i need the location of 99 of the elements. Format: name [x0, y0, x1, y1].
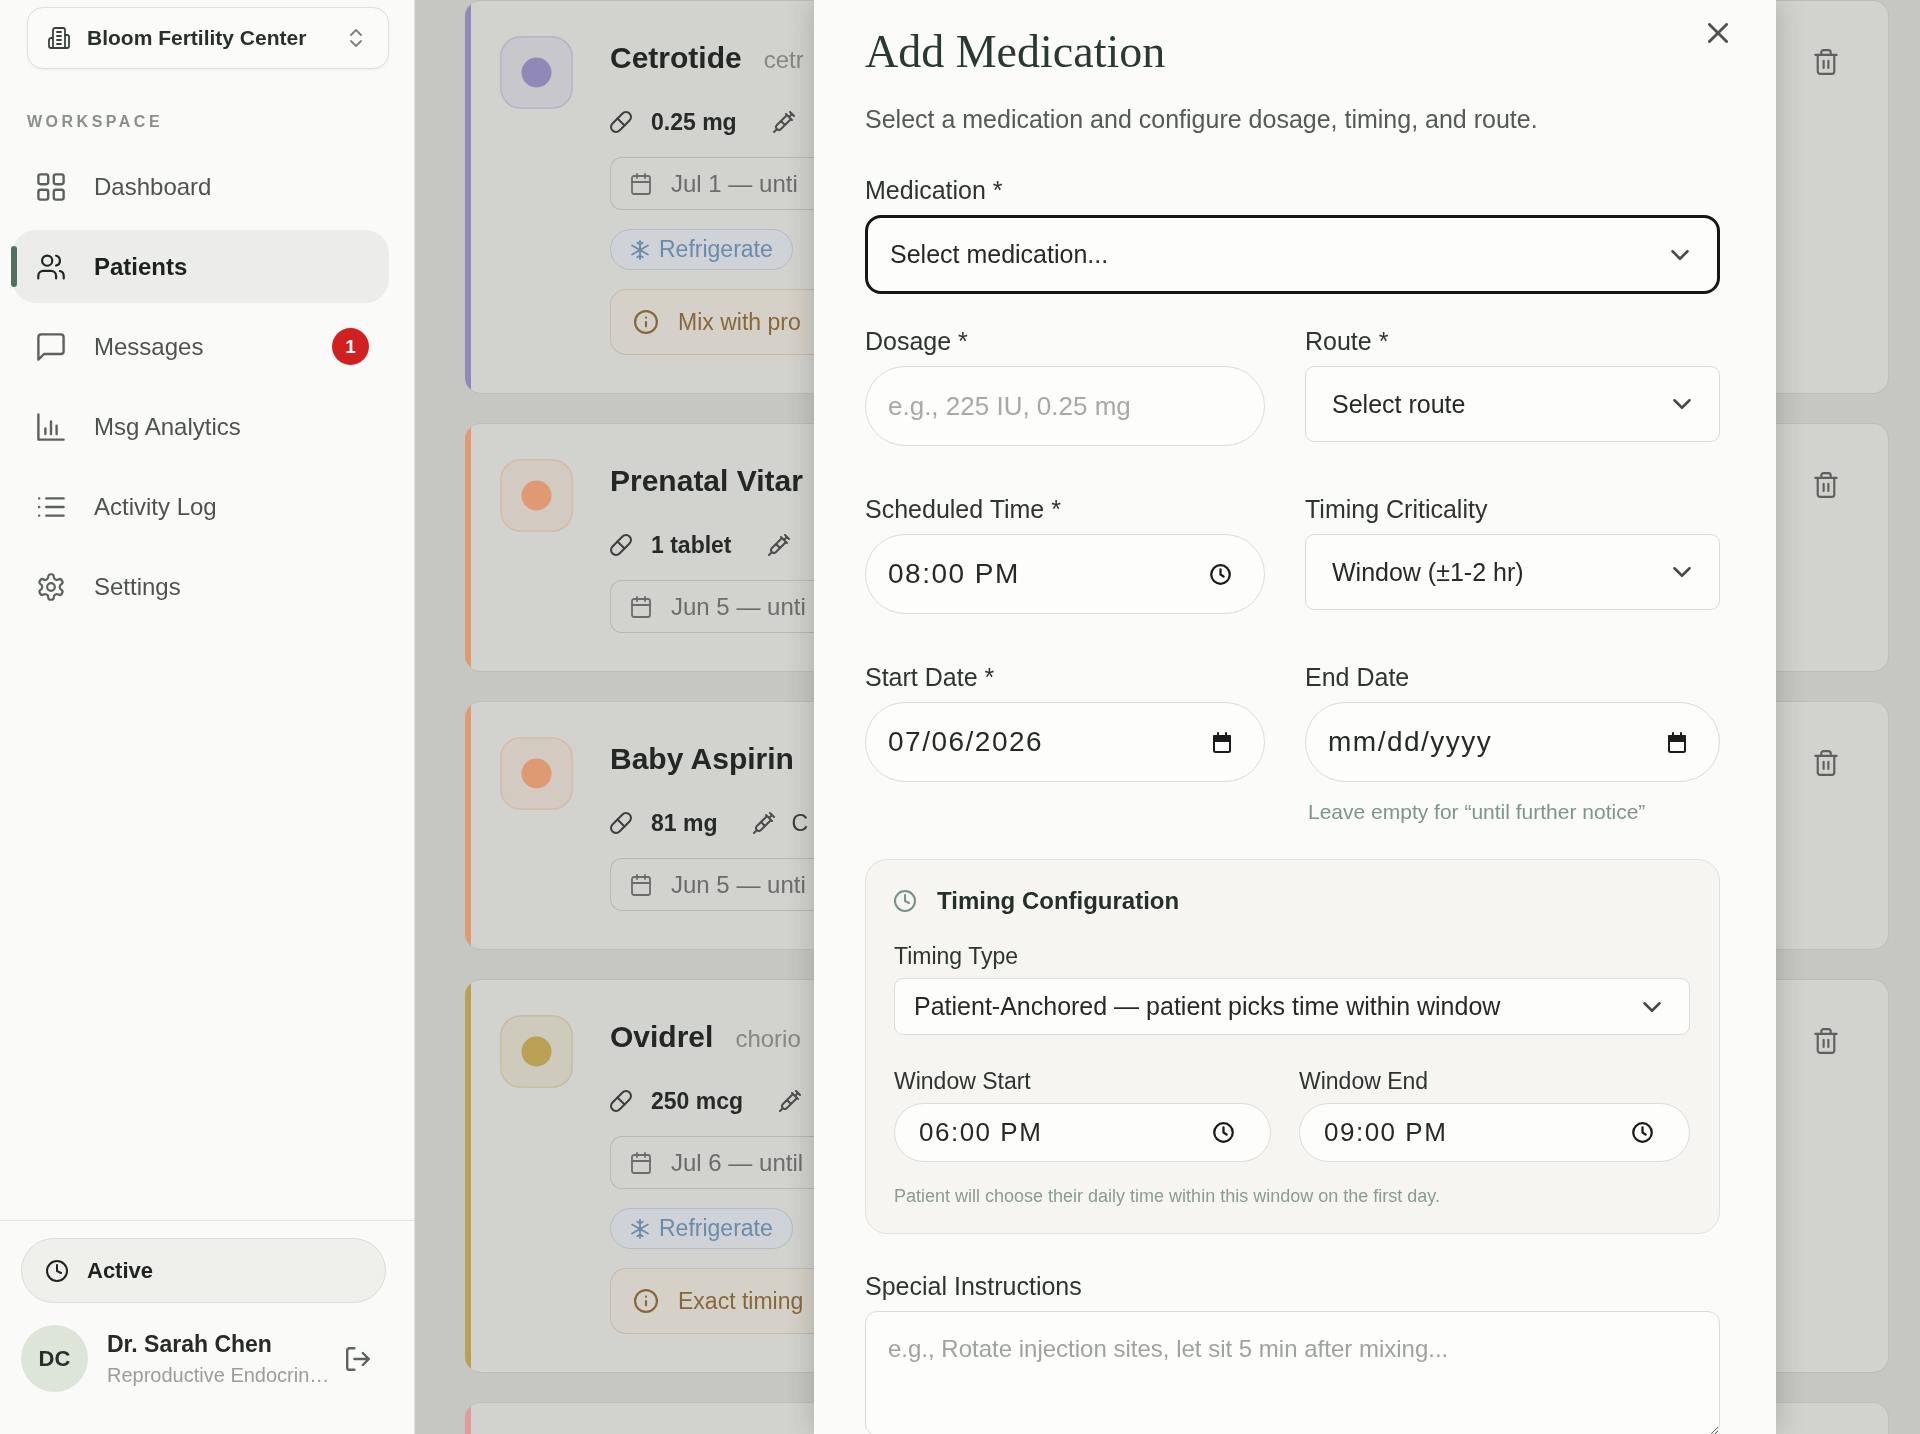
medication-subtitle: chorio — [735, 1025, 801, 1053]
window-end-input[interactable]: 09:00 PM — [1299, 1103, 1690, 1162]
calendar-icon — [630, 873, 652, 896]
nav-item[interactable]: Settings — [12, 550, 389, 623]
note-text: Exact timing — [678, 1287, 804, 1315]
calendar-icon — [1213, 731, 1231, 753]
field-label: Window End — [1299, 1069, 1430, 1093]
criticality-select[interactable]: Window (±1-2 hr) — [1305, 534, 1720, 610]
medication-name: Cetrotide — [610, 40, 742, 76]
instructions-textarea[interactable]: e.g., Rotate injection sites, let sit 5 min after mixing... — [865, 1311, 1720, 1434]
field-label: Window Start — [894, 1069, 1032, 1093]
date-range-text: Jun 5 — unti — [671, 870, 806, 899]
calendar-icon — [1668, 731, 1686, 753]
syringe-icon — [772, 111, 795, 133]
pill-icon — [610, 534, 632, 556]
trash-icon[interactable] — [1814, 1028, 1838, 1054]
status-button[interactable]: Active — [21, 1238, 386, 1303]
bar-chart-icon — [37, 412, 65, 441]
dose-text: 81 mg — [651, 809, 718, 837]
gear-icon — [37, 572, 65, 601]
nav-item[interactable]: Msg Analytics — [12, 390, 389, 463]
field-label: End Date — [1305, 662, 1411, 692]
pill-icon — [610, 812, 632, 834]
chevron-icon — [1673, 567, 1691, 577]
route-select[interactable]: Select route — [1305, 366, 1720, 442]
field-label: Timing Criticality — [1305, 494, 1489, 524]
calendar-icon — [630, 1151, 652, 1174]
field-label: Special Instructions — [865, 1271, 1083, 1301]
medication-select[interactable]: Select medication... — [865, 215, 1720, 294]
note-text: Mix with pro — [678, 308, 801, 336]
window-start-input[interactable]: 06:00 PM — [894, 1103, 1271, 1162]
user-role: Reproductive Endocrin… — [107, 1363, 327, 1388]
dose-text: 1 tablet — [651, 531, 732, 559]
chevron-icon — [1671, 249, 1689, 260]
field-label: Scheduled Time * — [865, 494, 1062, 524]
clock-icon — [1632, 1122, 1653, 1143]
close-icon[interactable] — [1708, 23, 1728, 43]
users-icon — [37, 252, 65, 281]
info-icon — [634, 310, 658, 334]
clock-icon — [1210, 563, 1231, 585]
helper-text: Patient will choose their daily time within this window on the first day. — [894, 1185, 1441, 1207]
modal-subtitle: Select a medication and configure dosage, timing, and route. — [865, 104, 1539, 134]
pill-icon — [610, 1090, 632, 1112]
trash-icon[interactable] — [1814, 750, 1838, 776]
nav-item[interactable]: Dashboard — [12, 150, 389, 223]
start-date-input[interactable]: 07/06/2026 — [865, 702, 1265, 782]
calendar-icon — [630, 595, 652, 618]
syringe-icon — [779, 1090, 802, 1112]
syringe-icon — [767, 534, 790, 556]
medication-subtitle: cetr — [763, 46, 804, 74]
field-label: Dosage * — [865, 326, 969, 356]
field-label: Start Date * — [865, 662, 996, 692]
panel-title: Timing Configuration — [937, 886, 1180, 916]
date-range-text: Jun 5 — unti — [671, 592, 806, 621]
snowflake-icon — [630, 239, 650, 260]
chevron-icon — [1673, 399, 1691, 409]
grid-icon — [37, 172, 65, 201]
dose-text: 0.25 mg — [651, 108, 737, 136]
storage-text: Refrigerate — [659, 1215, 773, 1242]
route-text: C — [791, 809, 809, 837]
field-label: Medication * — [865, 175, 1004, 205]
info-icon — [634, 1289, 658, 1313]
clock-icon — [46, 1259, 68, 1282]
logout-icon[interactable] — [346, 1346, 370, 1371]
user-avatar: DC — [21, 1325, 88, 1392]
chevrons-icon — [350, 28, 362, 48]
medication-name: Prenatal Vitar — [610, 463, 803, 499]
snowflake-icon — [630, 1218, 650, 1239]
timing-type-select[interactable]: Patient-Anchored — patient picks time within window — [894, 978, 1690, 1035]
building-icon — [48, 27, 70, 49]
date-range-text: Jul 1 — unti — [671, 169, 798, 198]
pill-icon — [610, 111, 632, 133]
field-label: Route * — [1305, 326, 1390, 356]
end-date-input[interactable]: mm/dd/yyyy — [1305, 702, 1720, 782]
nav-item[interactable]: Patients — [12, 230, 389, 303]
chevron-icon — [1643, 1001, 1661, 1012]
storage-text: Refrigerate — [659, 236, 773, 263]
nav-item[interactable]: Activity Log — [12, 470, 389, 543]
section-label: WORKSPACE — [27, 112, 165, 132]
chat-bubble-icon — [37, 332, 65, 361]
time-input[interactable]: 08:00 PM — [865, 534, 1265, 614]
trash-icon[interactable] — [1814, 49, 1838, 75]
dose-text: 250 mcg — [651, 1087, 744, 1115]
modal-title: Add Medication — [865, 25, 1166, 79]
clock-icon — [894, 890, 916, 912]
trash-icon[interactable] — [1814, 472, 1838, 498]
medication-name: Ovidrel — [610, 1019, 714, 1055]
clock-icon — [1213, 1122, 1234, 1143]
dosage-input[interactable]: e.g., 225 IU, 0.25 mg — [865, 366, 1265, 446]
user-name: Dr. Sarah Chen — [107, 1330, 273, 1359]
field-label: Timing Type — [894, 944, 1019, 968]
count-badge: 1 — [332, 328, 369, 365]
syringe-icon — [753, 812, 776, 834]
org-switcher[interactable]: Bloom Fertility Center — [27, 7, 389, 69]
nav-item[interactable]: Messages 1 — [12, 310, 389, 383]
field-hint: Leave empty for “until further notice” — [1307, 799, 1647, 825]
medication-name: Baby Aspirin — [610, 741, 794, 777]
date-range-text: Jul 6 — until — [671, 1148, 804, 1177]
calendar-icon — [630, 172, 652, 195]
